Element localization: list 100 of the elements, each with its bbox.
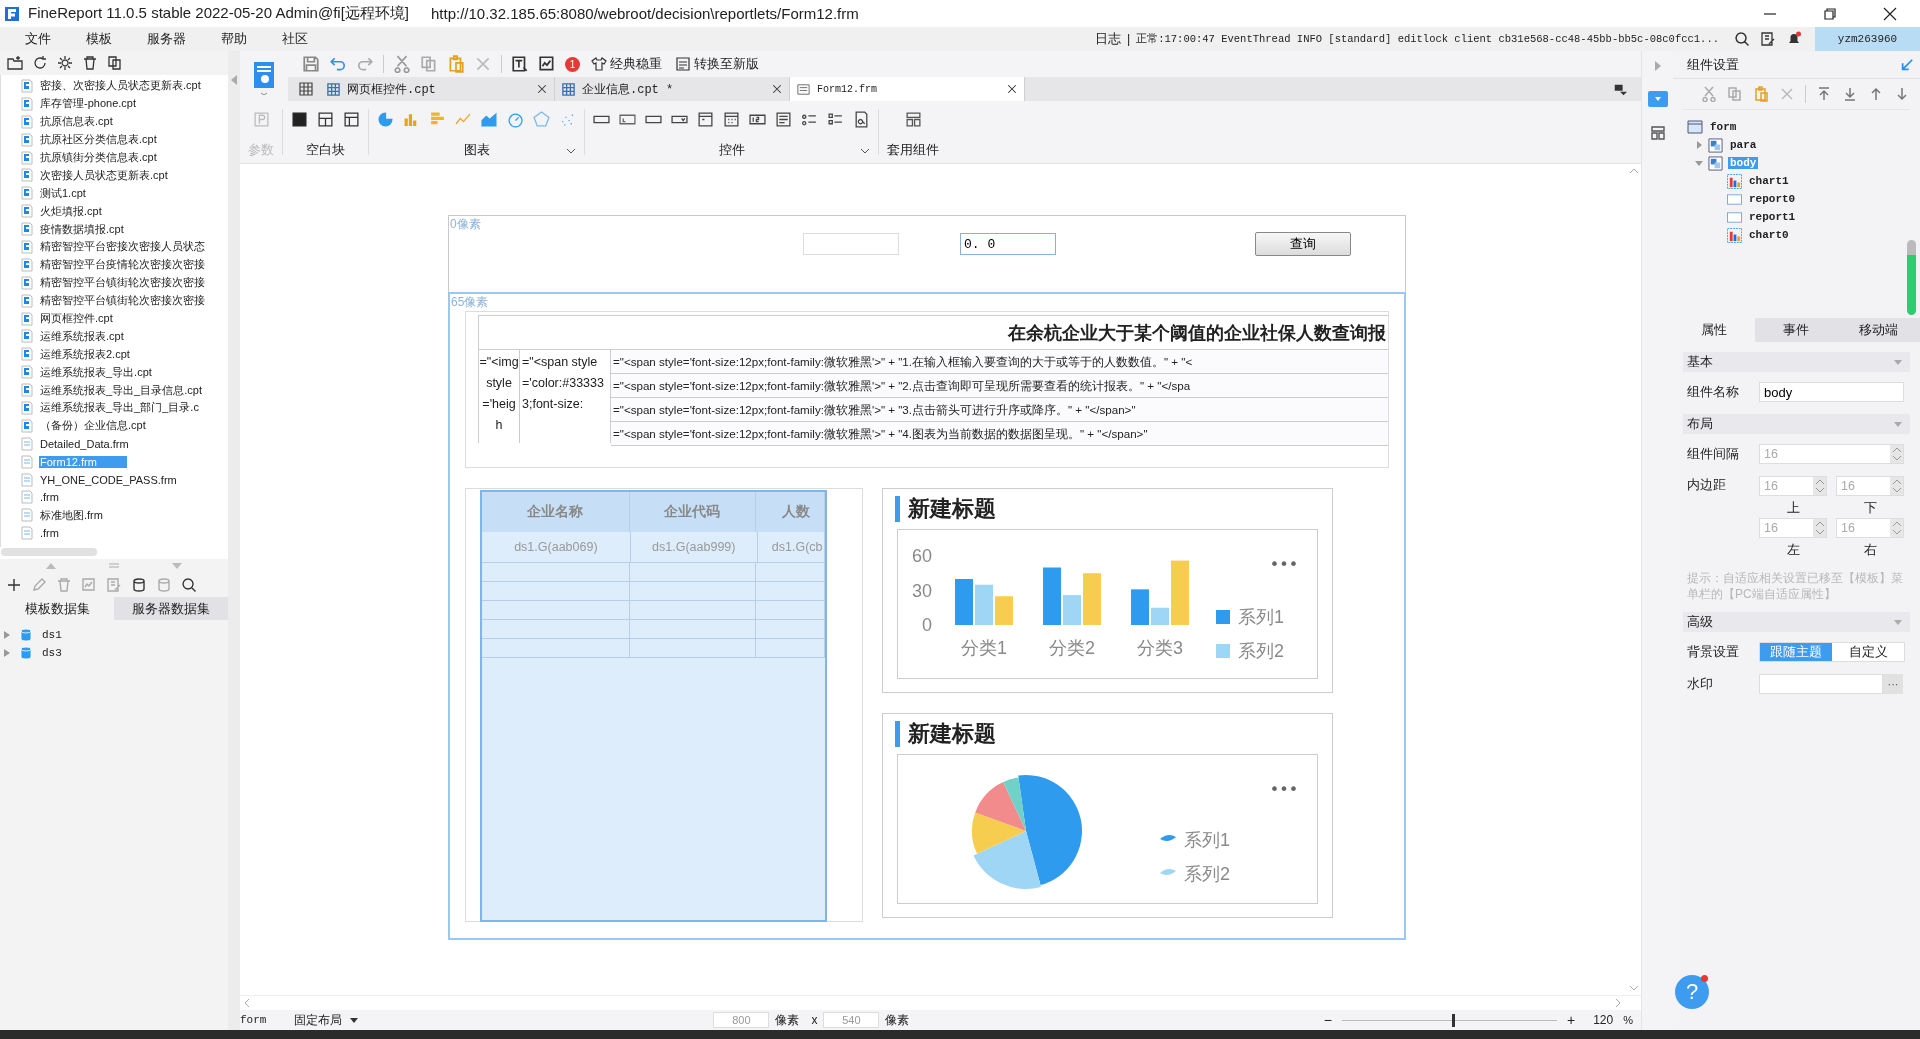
file-item[interactable]: 精密智控平台密接次密接人员状态 — [39, 239, 206, 255]
edit-dataset-icon[interactable] — [106, 577, 122, 593]
query-button[interactable]: 查询 — [1255, 232, 1351, 256]
move-bottom-icon[interactable] — [1842, 86, 1858, 102]
search-icon[interactable] — [181, 577, 197, 593]
close-icon[interactable] — [771, 83, 783, 95]
section-header[interactable]: 高级 — [1683, 612, 1910, 632]
section-header[interactable]: 基本 — [1683, 352, 1910, 372]
property-tab[interactable]: 事件 — [1755, 318, 1838, 342]
watermark-field[interactable] — [1759, 674, 1883, 694]
name-field[interactable]: body — [1759, 382, 1904, 402]
scrollbar-thumb[interactable] — [1, 548, 97, 556]
block-icon[interactable] — [291, 111, 308, 128]
paste-icon[interactable] — [447, 55, 465, 73]
collapse-up-icon[interactable] — [46, 563, 57, 569]
scroll-left-icon[interactable] — [244, 998, 250, 1008]
close-icon[interactable] — [536, 83, 548, 95]
menu-item[interactable]: 服务器 — [147, 30, 186, 48]
maximize-icon[interactable] — [1822, 5, 1838, 22]
pie-chart-icon[interactable] — [377, 111, 394, 128]
preview-icon[interactable] — [538, 55, 556, 73]
zoom-in-button[interactable]: + — [1567, 1012, 1576, 1028]
cut-icon[interactable] — [1701, 86, 1717, 102]
log-label[interactable]: 日志 — [1094, 30, 1121, 48]
browse-button[interactable]: ··· — [1883, 674, 1903, 694]
grid-block-icon[interactable] — [343, 111, 360, 128]
tab-list-icon[interactable] — [1613, 82, 1627, 96]
close-icon[interactable] — [1006, 83, 1018, 95]
component-icon[interactable] — [904, 111, 922, 128]
file-item[interactable]: 抗原信息表.cpt — [39, 114, 114, 130]
save-icon[interactable] — [302, 55, 320, 73]
file-item[interactable]: 运维系统报表.cpt — [39, 328, 125, 344]
file-item[interactable]: （备份）企业信息.cpt — [39, 418, 147, 434]
paste-icon[interactable] — [1753, 86, 1769, 102]
tree-item[interactable]: para — [1728, 139, 1759, 151]
gauge-icon[interactable] — [507, 111, 524, 128]
property-tab[interactable]: 移动端 — [1837, 318, 1920, 342]
file-item[interactable]: 次密接人员状态更新表.cpt — [39, 167, 169, 183]
layout-icon[interactable] — [1649, 125, 1666, 141]
cut-icon[interactable] — [393, 55, 411, 73]
file-item[interactable]: 密接、次密接人员状态更新表.cpt — [39, 78, 202, 94]
text-area-icon[interactable] — [775, 111, 792, 128]
number-field[interactable]: 0. 0 — [960, 233, 1056, 255]
menu-item[interactable]: 文件 — [25, 30, 51, 48]
drag-handle-icon[interactable] — [109, 563, 119, 569]
expand-icon[interactable] — [4, 631, 10, 639]
grid-icon[interactable] — [298, 81, 314, 97]
chevron-down-icon[interactable] — [860, 147, 870, 154]
file-item[interactable]: 精密智控平台镇街轮次密接次密接 — [39, 275, 206, 291]
file-item[interactable]: 运维系统报表_导出_部门_目录.c — [39, 400, 200, 416]
undo-icon[interactable] — [329, 55, 347, 73]
new-folder-icon[interactable] — [7, 55, 23, 71]
file-item[interactable]: 运维系统报表_导出.cpt — [39, 364, 153, 380]
collapse-down-icon[interactable] — [171, 563, 182, 569]
file-item[interactable]: 运维系统报表2.cpt — [39, 346, 131, 362]
more-menu[interactable]: ••• — [1269, 780, 1299, 799]
file-item[interactable]: YH_ONE_CODE_PASS.frm — [39, 473, 178, 486]
file-item[interactable]: 火炬填报.cpt — [39, 203, 103, 219]
settings-icon[interactable] — [57, 55, 73, 71]
file-preview-icon[interactable] — [853, 111, 870, 128]
date-icon[interactable] — [697, 111, 714, 128]
menu-item[interactable]: 模板 — [86, 30, 112, 48]
property-tab[interactable]: 属性 — [1673, 318, 1756, 342]
file-item[interactable]: 疫情数据填报.cpt — [39, 221, 125, 237]
expand-icon[interactable] — [4, 649, 10, 657]
radar-chart-icon[interactable] — [533, 111, 550, 128]
tree-item[interactable]: chart0 — [1747, 229, 1791, 241]
file-item[interactable]: 精密智控平台疫情轮次密接次密接 — [39, 257, 206, 273]
document-tab[interactable]: Form12.frm — [790, 77, 1025, 101]
expand-right-icon[interactable] — [1654, 61, 1661, 71]
file-item[interactable]: 抗原镇街分类信息表.cpt — [39, 150, 158, 165]
calendar-icon[interactable] — [723, 111, 740, 128]
theme-button[interactable]: 经典稳重 — [589, 55, 664, 73]
widget-settings-icon[interactable] — [1647, 91, 1668, 107]
dataset-item[interactable]: ds1 — [42, 629, 62, 641]
database-icon[interactable] — [131, 577, 147, 593]
input-field[interactable] — [803, 233, 899, 255]
tree-item[interactable]: report1 — [1747, 211, 1798, 223]
slider-thumb[interactable] — [1451, 1013, 1455, 1027]
file-item[interactable]: 抗原社区分类信息表.cpt — [39, 132, 158, 148]
search-icon[interactable] — [1734, 31, 1750, 47]
scrollbar-thumb[interactable] — [1907, 240, 1916, 315]
close-icon[interactable] — [1882, 5, 1898, 22]
document-edit-icon[interactable] — [1760, 31, 1776, 47]
segment-option[interactable]: 自定义 — [1832, 643, 1904, 661]
chevron-down-icon[interactable] — [566, 147, 576, 154]
file-item[interactable]: 标准地图.frm — [39, 507, 104, 523]
parameter-icon[interactable] — [252, 111, 270, 128]
file-item[interactable]: 库存管理-phone.cpt — [39, 96, 137, 112]
convert-button[interactable]: 转换至新版 — [673, 55, 761, 73]
tree-item[interactable]: chart1 — [1747, 175, 1791, 187]
zoom-field[interactable]: 120 — [1593, 1013, 1614, 1027]
move-top-icon[interactable] — [1816, 86, 1832, 102]
scroll-right-icon[interactable] — [1615, 998, 1621, 1008]
delete-icon[interactable] — [82, 55, 98, 71]
menu-item[interactable]: 社区 — [282, 30, 308, 48]
file-item[interactable]: 运维系统报表_导出_目录信息.cpt — [39, 382, 203, 398]
file-item[interactable]: Detailed_Data.frm — [39, 437, 130, 450]
copy-icon[interactable] — [107, 55, 123, 71]
add-icon[interactable] — [6, 577, 22, 593]
